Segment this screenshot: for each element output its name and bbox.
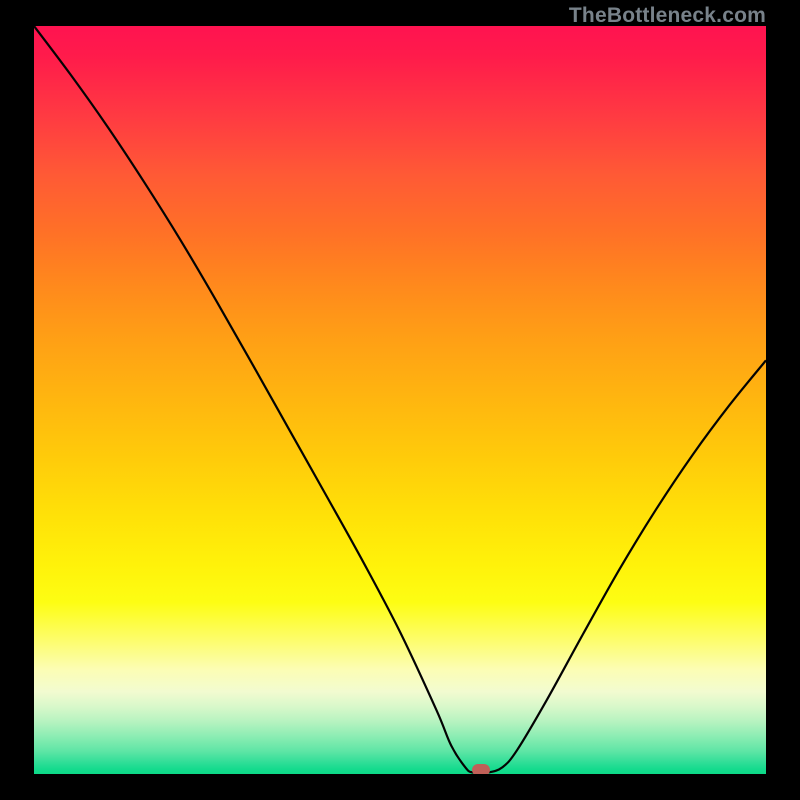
chart-frame: TheBottleneck.com bbox=[0, 0, 800, 800]
gradient-background bbox=[34, 26, 766, 774]
optimal-marker bbox=[472, 764, 490, 775]
plot-area bbox=[34, 26, 766, 774]
watermark-text: TheBottleneck.com bbox=[569, 4, 766, 28]
